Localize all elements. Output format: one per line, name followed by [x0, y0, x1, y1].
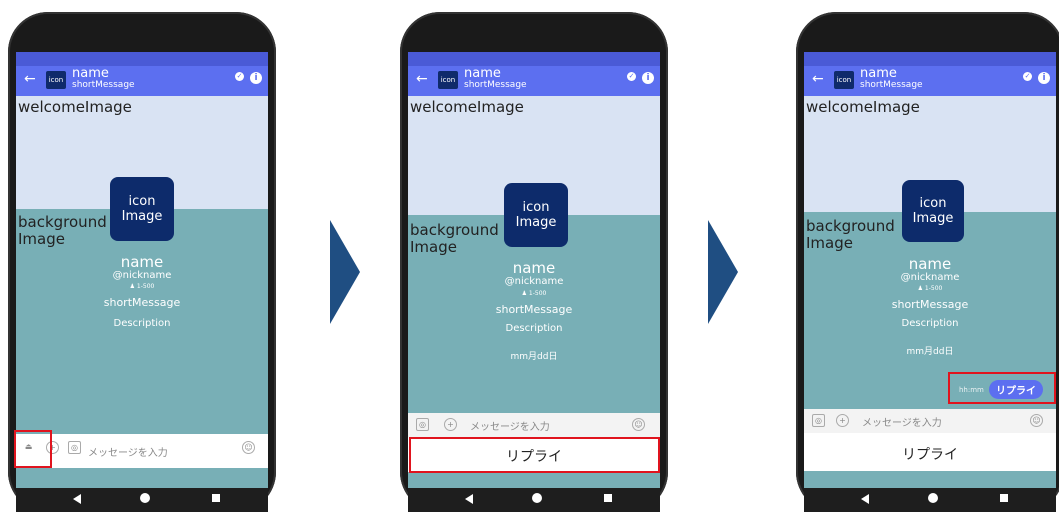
emoji-icon[interactable]: ☺ — [242, 441, 255, 454]
message-input-bar: ◎ + メッセージを入力 ☺ — [408, 413, 660, 437]
info-icon[interactable]: i — [642, 72, 654, 84]
profile-follower-count: ♟ 1-500 — [129, 283, 155, 290]
android-nav-bar — [408, 488, 660, 512]
plus-icon[interactable]: + — [444, 418, 457, 431]
message-input-placeholder[interactable]: メッセージを入力 — [88, 444, 168, 459]
camera-icon[interactable]: ◎ — [68, 441, 81, 454]
header-avatar-icon: icon — [46, 71, 66, 89]
profile-nickname: @nickname — [504, 276, 564, 287]
profile-short-message: shortMessage — [891, 298, 969, 311]
highlight-reply-message — [948, 372, 1056, 404]
background-image-label: background Image — [410, 221, 499, 256]
camera-icon[interactable]: ◎ — [812, 414, 825, 427]
profile-short-message: shortMessage — [495, 303, 573, 316]
status-bar — [408, 52, 660, 66]
profile-date: mm月dd日 — [510, 352, 558, 362]
header-short-message: shortMessage — [860, 80, 923, 90]
background-image-label: background Image — [806, 217, 895, 252]
profile-icon-image: icon Image — [504, 183, 568, 247]
profile-name: name — [512, 259, 556, 277]
screen-1: ← icon name shortMessage ✓ i welcomeImag… — [16, 52, 268, 512]
background-image-label: background Image — [18, 213, 107, 248]
android-nav-bar — [804, 488, 1056, 512]
profile-name: name — [908, 255, 952, 273]
highlight-reply-button — [409, 437, 660, 473]
step-arrow-2 — [708, 220, 738, 324]
chat-header: ← icon name shortMessage ✓ i — [408, 66, 660, 96]
message-input-placeholder[interactable]: メッセージを入力 — [862, 414, 942, 429]
header-name: name — [72, 66, 109, 81]
back-arrow-icon[interactable]: ← — [24, 71, 36, 87]
header-avatar-icon: icon — [834, 71, 854, 89]
profile-description: Description — [505, 323, 563, 334]
info-icon[interactable]: i — [1038, 72, 1050, 84]
header-avatar-icon: icon — [438, 71, 458, 89]
profile-description: Description — [113, 318, 171, 329]
nav-recent-icon[interactable] — [604, 494, 612, 502]
emoji-icon[interactable]: ☺ — [1030, 414, 1043, 427]
profile-follower-count: ♟ 1-500 — [917, 285, 943, 292]
back-arrow-icon[interactable]: ← — [416, 71, 428, 87]
profile-nickname: @nickname — [900, 272, 960, 283]
header-name: name — [860, 66, 897, 81]
header-name: name — [464, 66, 501, 81]
plus-icon[interactable]: + — [836, 414, 849, 427]
screen-3: ← icon name shortMessage ✓ i welcomeImag… — [804, 52, 1056, 512]
nav-home-icon[interactable] — [928, 493, 938, 503]
chat-header: ← icon name shortMessage ✓ i — [16, 66, 268, 96]
check-icon[interactable]: ✓ — [235, 72, 244, 81]
profile-icon-image: icon Image — [902, 180, 964, 242]
profile-icon-image: icon Image — [110, 177, 174, 241]
header-short-message: shortMessage — [72, 80, 135, 90]
step-arrow-1 — [330, 220, 360, 324]
welcome-image-label: welcomeImage — [18, 98, 132, 116]
chat-header: ← icon name shortMessage ✓ i — [804, 66, 1056, 96]
header-short-message: shortMessage — [464, 80, 527, 90]
nav-recent-icon[interactable] — [1000, 494, 1008, 502]
welcome-image-label: welcomeImage — [410, 98, 524, 116]
profile-date: mm月dd日 — [906, 347, 954, 357]
nav-home-icon[interactable] — [140, 493, 150, 503]
check-icon[interactable]: ✓ — [1023, 72, 1032, 81]
status-bar — [804, 52, 1056, 66]
nav-home-icon[interactable] — [532, 493, 542, 503]
profile-nickname: @nickname — [112, 270, 172, 281]
profile-short-message: shortMessage — [103, 296, 181, 309]
camera-icon[interactable]: ◎ — [416, 418, 429, 431]
info-icon[interactable]: i — [250, 72, 262, 84]
emoji-icon[interactable]: ☺ — [632, 418, 645, 431]
check-icon[interactable]: ✓ — [627, 72, 636, 81]
reply-button[interactable]: リプライ — [804, 444, 1056, 464]
reply-menu: リプライ — [804, 433, 1056, 471]
welcome-image-label: welcomeImage — [806, 98, 920, 116]
highlight-toggle-button — [14, 430, 52, 468]
phone-screen-3: ← icon name shortMessage ✓ i welcomeImag… — [796, 12, 1059, 512]
profile-description: Description — [901, 318, 959, 329]
nav-recent-icon[interactable] — [212, 494, 220, 502]
profile-name: name — [120, 253, 164, 271]
back-arrow-icon[interactable]: ← — [812, 71, 824, 87]
message-input-bar: ◎ + メッセージを入力 ☺ — [804, 409, 1056, 433]
profile-follower-count: ♟ 1-500 — [521, 290, 547, 297]
message-input-placeholder[interactable]: メッセージを入力 — [470, 418, 550, 433]
android-nav-bar — [16, 488, 268, 512]
message-input-bar: ⏏ + ◎ メッセージを入力 ☺ — [16, 434, 268, 468]
status-bar — [16, 52, 268, 66]
